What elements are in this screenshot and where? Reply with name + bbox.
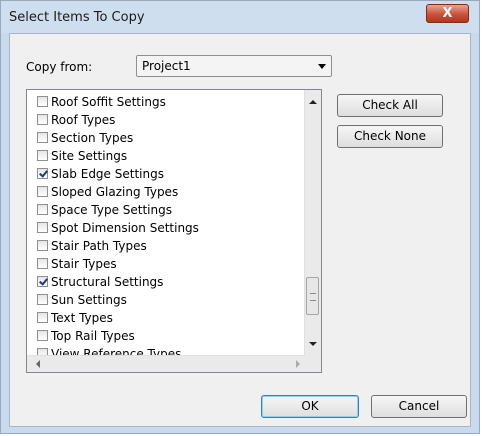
item-label: Structural Settings — [51, 275, 164, 289]
scroll-right-arrow-icon[interactable] — [296, 360, 300, 368]
item-checkbox[interactable] — [37, 276, 48, 287]
check-none-button[interactable]: Check None — [337, 125, 443, 148]
horizontal-scrollbar[interactable] — [27, 355, 305, 372]
item-label: Top Rail Types — [51, 329, 135, 343]
items-list: Roof Soffit Settings Roof Types Section Ty… — [37, 93, 301, 363]
close-button[interactable]: X — [426, 4, 469, 23]
item-checkbox[interactable] — [37, 312, 48, 323]
list-item[interactable]: Stair Types — [37, 255, 301, 273]
item-checkbox[interactable] — [37, 294, 48, 305]
item-checkbox[interactable] — [37, 258, 48, 269]
scroll-down-arrow-icon[interactable] — [309, 342, 317, 346]
scroll-up-arrow-icon[interactable] — [309, 100, 317, 104]
item-label: Site Settings — [51, 149, 128, 163]
item-checkbox[interactable] — [37, 168, 48, 179]
list-item[interactable]: Sun Settings — [37, 291, 301, 309]
ok-button[interactable]: OK — [261, 395, 359, 418]
item-label: Roof Soffit Settings — [51, 95, 166, 109]
item-checkbox[interactable] — [37, 240, 48, 251]
list-item[interactable]: Stair Path Types — [37, 237, 301, 255]
item-checkbox[interactable] — [37, 114, 48, 125]
list-item[interactable]: Roof Types — [37, 111, 301, 129]
item-checkbox[interactable] — [37, 186, 48, 197]
scrollbar-corner — [305, 356, 321, 372]
item-checkbox[interactable] — [37, 204, 48, 215]
list-item[interactable]: Site Settings — [37, 147, 301, 165]
cancel-button[interactable]: Cancel — [371, 395, 467, 418]
dialog-window: Select Items To Copy X Copy from: Projec… — [0, 0, 480, 434]
item-label: Roof Types — [51, 113, 116, 127]
list-item[interactable]: Space Type Settings — [37, 201, 301, 219]
item-label: Slab Edge Settings — [51, 167, 164, 181]
list-item[interactable]: Spot Dimension Settings — [37, 219, 301, 237]
grip-icon — [310, 293, 316, 301]
item-checkbox[interactable] — [37, 330, 48, 341]
item-label: Stair Types — [51, 257, 117, 271]
item-checkbox[interactable] — [37, 150, 48, 161]
title-bar[interactable]: Select Items To Copy X — [1, 1, 479, 33]
chevron-down-icon — [318, 64, 326, 69]
list-item[interactable]: Roof Soffit Settings — [37, 93, 301, 111]
dialog-title: Select Items To Copy — [9, 10, 145, 25]
close-icon: X — [442, 6, 453, 21]
items-listbox[interactable]: Roof Soffit Settings Roof Types Section Ty… — [26, 89, 322, 373]
item-label: Spot Dimension Settings — [51, 221, 199, 235]
check-all-button[interactable]: Check All — [337, 94, 443, 117]
item-checkbox[interactable] — [37, 222, 48, 233]
copy-from-value: Project1 — [142, 59, 191, 73]
item-label: Stair Path Types — [51, 239, 147, 253]
list-item[interactable]: Top Rail Types — [37, 327, 301, 345]
list-item[interactable]: Slab Edge Settings — [37, 165, 301, 183]
copy-from-label: Copy from: — [26, 60, 93, 74]
dialog-client-area: Copy from: Project1 Roof Soffit Settings… — [9, 33, 471, 427]
list-item[interactable]: Sloped Glazing Types — [37, 183, 301, 201]
vertical-scrollbar[interactable] — [304, 90, 321, 356]
copy-from-dropdown[interactable]: Project1 — [136, 55, 332, 77]
vertical-scroll-thumb[interactable] — [306, 277, 319, 315]
list-item[interactable]: Section Types — [37, 129, 301, 147]
item-checkbox[interactable] — [37, 96, 48, 107]
item-checkbox[interactable] — [37, 132, 48, 143]
item-label: Text Types — [51, 311, 113, 325]
scroll-left-arrow-icon[interactable] — [36, 360, 40, 368]
list-item[interactable]: Structural Settings — [37, 273, 301, 291]
item-label: Space Type Settings — [51, 203, 172, 217]
list-item[interactable]: Text Types — [37, 309, 301, 327]
item-label: Sun Settings — [51, 293, 127, 307]
item-label: Section Types — [51, 131, 134, 145]
item-label: Sloped Glazing Types — [51, 185, 179, 199]
